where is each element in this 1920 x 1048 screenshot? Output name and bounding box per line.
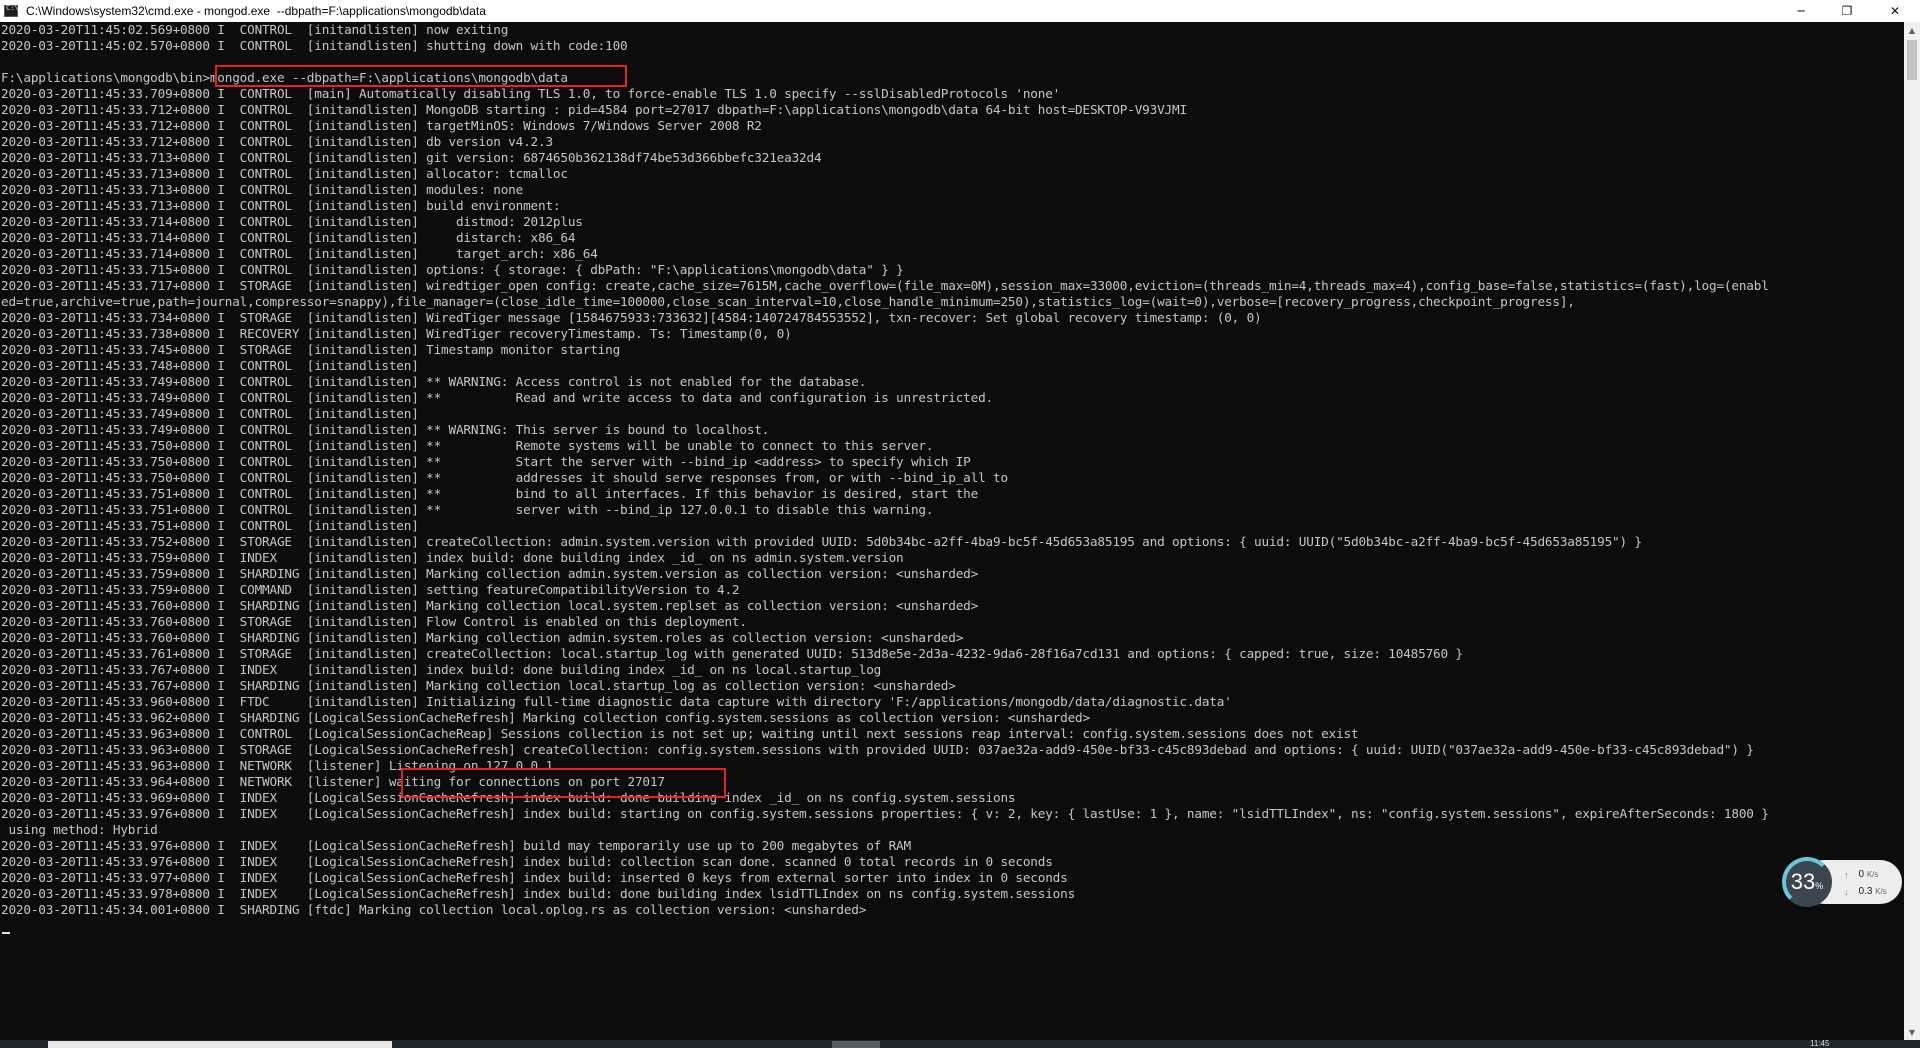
cmd-icon [4,4,19,17]
cmd-window: C:\Windows\system32\cmd.exe - mongod.exe… [0,0,1920,1048]
console-line: 2020-03-20T11:45:33.751+0800 I CONTROL [… [1,502,934,517]
console-line: 2020-03-20T11:45:33.748+0800 I CONTROL [… [1,358,419,373]
console-line: 2020-03-20T11:45:33.760+0800 I STORAGE [… [1,614,747,629]
console-line: 2020-03-20T11:45:33.963+0800 I CONTROL [… [1,726,1359,741]
upload-arrow-icon: ↑ [1844,869,1849,880]
console-line: 2020-03-20T11:45:33.709+0800 I CONTROL [… [1,86,1061,101]
console-line: 2020-03-20T11:45:33.713+0800 I CONTROL [… [1,166,568,181]
console-line: using method: Hybrid [1,822,158,837]
restore-icon: ❐ [1841,4,1853,18]
console-line: 2020-03-20T11:45:33.960+0800 I FTDC [ini… [1,694,1232,709]
console-line: 2020-03-20T11:45:33.750+0800 I CONTROL [… [1,438,934,453]
console-line: 2020-03-20T11:45:33.714+0800 I CONTROL [… [1,214,583,229]
network-speed-widget[interactable]: 33% ↑ 0 K/s ↓ 0.3 K/s [1782,857,1902,907]
scroll-down-icon[interactable]: ▼ [1904,1024,1920,1040]
console-line: 2020-03-20T11:45:33.749+0800 I CONTROL [… [1,374,867,389]
title-bar[interactable]: C:\Windows\system32\cmd.exe - mongod.exe… [0,0,1920,22]
console-line: 2020-03-20T11:45:02.570+0800 I CONTROL [… [1,38,628,53]
download-speed: ↓ 0.3 K/s [1844,886,1887,897]
upload-unit: K/s [1866,870,1879,879]
console-line: 2020-03-20T11:45:33.715+0800 I CONTROL [… [1,262,904,277]
minimize-button[interactable]: ─ [1778,0,1824,22]
console-line: 2020-03-20T11:45:33.713+0800 I CONTROL [… [1,182,524,197]
usage-percent-unit: % [1815,881,1824,891]
usage-percent: 33 [1790,869,1816,894]
close-button[interactable]: ✕ [1872,0,1918,22]
console-line: 2020-03-20T11:45:33.717+0800 I STORAGE [… [1,278,1769,293]
console-line: 2020-03-20T11:45:33.976+0800 I INDEX [Lo… [1,854,1053,869]
taskbar-active-app[interactable] [48,1041,392,1048]
console-line: 2020-03-20T11:45:33.745+0800 I STORAGE [… [1,342,621,357]
upload-speed: ↑ 0 K/s [1844,869,1878,880]
console-line: 2020-03-20T11:45:33.978+0800 I INDEX [Lo… [1,886,1076,901]
console-line: 2020-03-20T11:45:33.761+0800 I STORAGE [… [1,646,1463,661]
console-line: 2020-03-20T11:45:34.001+0800 I SHARDING … [1,902,867,917]
console-line: 2020-03-20T11:45:33.712+0800 I CONTROL [… [1,134,553,149]
upload-value: 0 [1858,869,1865,880]
port-highlight-box [401,768,726,798]
console-line: 2020-03-20T11:45:33.760+0800 I SHARDING … [1,598,979,613]
console-line: 2020-03-20T11:45:33.750+0800 I CONTROL [… [1,470,1008,485]
console-line: 2020-03-20T11:45:33.714+0800 I CONTROL [… [1,246,598,261]
maximize-button[interactable]: ❐ [1824,0,1870,22]
console-line: 2020-03-20T11:45:33.713+0800 I CONTROL [… [1,150,822,165]
console-line: 2020-03-20T11:45:33.767+0800 I SHARDING … [1,678,956,693]
download-unit: K/s [1875,887,1887,896]
text-cursor [2,932,10,934]
console-line: 2020-03-20T11:45:33.751+0800 I CONTROL [… [1,486,979,501]
console-line: 2020-03-20T11:45:33.963+0800 I STORAGE [… [1,742,1754,757]
console-line: 2020-03-20T11:45:33.752+0800 I STORAGE [… [1,534,1642,549]
scrollbar-thumb[interactable] [1907,40,1917,80]
download-arrow-icon: ↓ [1844,886,1849,897]
console-line: 2020-03-20T11:45:33.759+0800 I INDEX [in… [1,550,904,565]
download-value: 0.3 [1858,886,1873,897]
console-line: 2020-03-20T11:45:33.750+0800 I CONTROL [… [1,454,971,469]
console-line: 2020-03-20T11:45:33.976+0800 I INDEX [Lo… [1,806,1769,821]
console-line: 2020-03-20T11:45:02.569+0800 I CONTROL [… [1,22,509,37]
vertical-scrollbar[interactable]: ▲ ▼ [1904,22,1920,1040]
console-line: 2020-03-20T11:45:33.759+0800 I COMMAND [… [1,582,740,597]
console-line: 2020-03-20T11:45:33.759+0800 I SHARDING … [1,566,979,581]
console-line: 2020-03-20T11:45:33.712+0800 I CONTROL [… [1,118,762,133]
command-highlight-box [215,65,627,87]
console-output[interactable]: 2020-03-20T11:45:02.569+0800 I CONTROL [… [0,22,1904,1040]
console-line: 2020-03-20T11:45:33.712+0800 I CONTROL [… [1,102,1187,117]
console-line: 2020-03-20T11:45:33.749+0800 I CONTROL [… [1,406,419,421]
console-line: 2020-03-20T11:45:33.749+0800 I CONTROL [… [1,422,770,437]
console-line: 2020-03-20T11:45:33.976+0800 I INDEX [Lo… [1,838,911,853]
taskbar-clock: 11:45 [1810,1039,1830,1048]
console-line: 2020-03-20T11:45:33.713+0800 I CONTROL [… [1,198,561,213]
window-title: C:\Windows\system32\cmd.exe - mongod.exe… [26,4,486,18]
console-line: 2020-03-20T11:45:33.977+0800 I INDEX [Lo… [1,870,1068,885]
console-line: 2020-03-20T11:45:33.751+0800 I CONTROL [… [1,518,419,533]
console-line: 2020-03-20T11:45:33.760+0800 I SHARDING … [1,630,964,645]
console-line: 2020-03-20T11:45:33.749+0800 I CONTROL [… [1,390,993,405]
console-line: 2020-03-20T11:45:33.714+0800 I CONTROL [… [1,230,576,245]
minimize-icon: ─ [1797,4,1805,18]
taskbar-app[interactable] [832,1041,880,1048]
console-line: 2020-03-20T11:45:33.962+0800 I SHARDING … [1,710,1090,725]
console-line: 2020-03-20T11:45:33.738+0800 I RECOVERY … [1,326,792,341]
scroll-up-icon[interactable]: ▲ [1904,22,1920,38]
close-icon: ✕ [1889,4,1901,18]
memory-usage-gauge: 33% [1782,857,1832,907]
console-line: 2020-03-20T11:45:33.734+0800 I STORAGE [… [1,310,1262,325]
console-line: ed=true,archive=true,path=journal,compre… [1,294,1575,309]
console-line: 2020-03-20T11:45:33.767+0800 I INDEX [in… [1,662,882,677]
